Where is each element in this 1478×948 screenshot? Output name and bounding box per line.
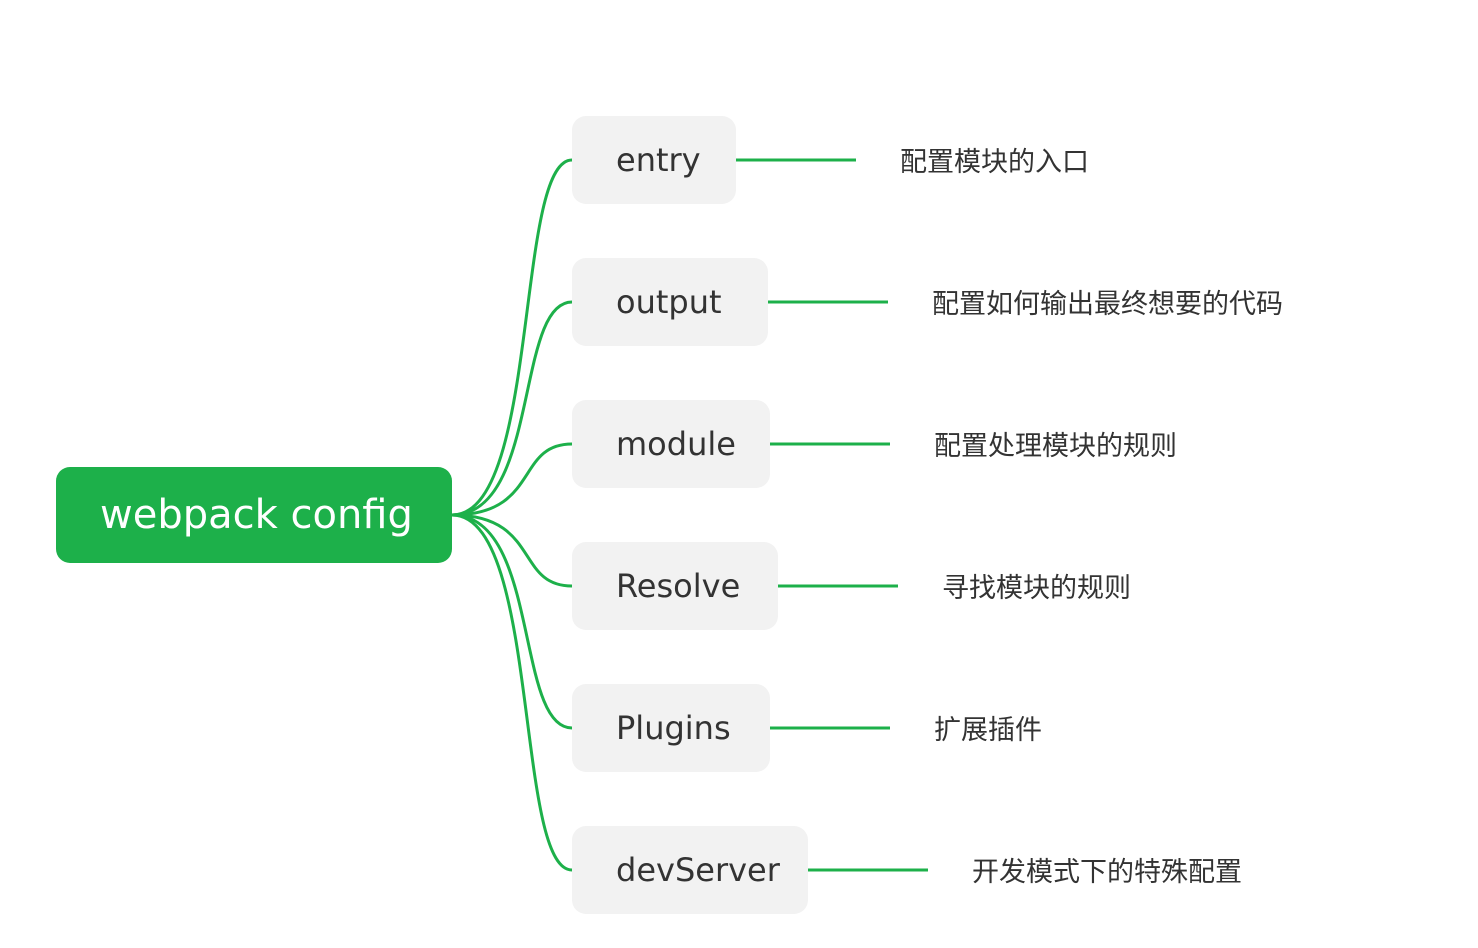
branch-node-entry[interactable]: entry bbox=[572, 116, 736, 204]
branch-node-resolve[interactable]: Resolve bbox=[572, 542, 778, 630]
branch-node-module[interactable]: module bbox=[572, 400, 770, 488]
connector-curve-devserver bbox=[451, 513, 573, 872]
branch-description-entry: 配置模块的入口 bbox=[900, 147, 1089, 178]
root-node[interactable]: webpack config bbox=[56, 467, 452, 563]
branch-description-devserver: 开发模式下的特殊配置 bbox=[972, 857, 1242, 888]
branch-node-output[interactable]: output bbox=[572, 258, 768, 346]
connector-curve-entry bbox=[451, 158, 573, 517]
branch-label-plugins: Plugins bbox=[616, 709, 731, 747]
branch-label-entry: entry bbox=[616, 141, 701, 179]
branch-label-output: output bbox=[616, 283, 722, 321]
branch-label-module: module bbox=[616, 425, 736, 463]
branch-label-devserver: devServer bbox=[616, 851, 780, 889]
branch-label-resolve: Resolve bbox=[616, 567, 741, 605]
branch-description-plugins: 扩展插件 bbox=[934, 715, 1042, 746]
branch-description-resolve: 寻找模块的规则 bbox=[942, 573, 1131, 604]
branch-description-module: 配置处理模块的规则 bbox=[934, 431, 1177, 462]
branch-description-output: 配置如何输出最终想要的代码 bbox=[932, 289, 1283, 320]
branch-node-devserver[interactable]: devServer bbox=[572, 826, 808, 914]
root-label: webpack config bbox=[100, 492, 413, 538]
branch-node-plugins[interactable]: Plugins bbox=[572, 684, 770, 772]
